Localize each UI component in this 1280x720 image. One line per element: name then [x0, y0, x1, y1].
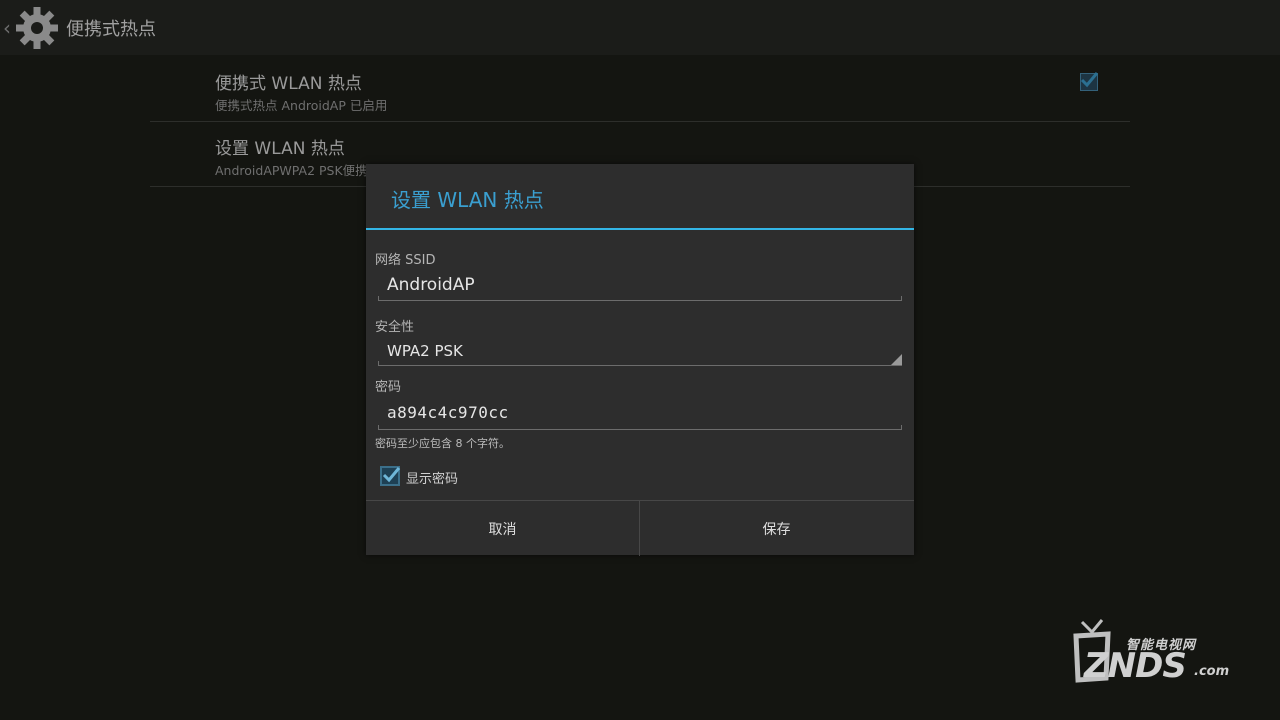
password-label: 密码: [375, 380, 402, 395]
znds-watermark-logo: 智能电视网 ZNDS .com: [1066, 618, 1236, 690]
watermark-suffix: .com: [1194, 664, 1230, 679]
password-hint: 密码至少应包含 8 个字符。: [375, 437, 510, 450]
pref-summary: 便携式热点 AndroidAP 已启用: [215, 98, 388, 113]
pref-title: 便携式 WLAN 热点: [215, 74, 362, 94]
dialog-title-divider: [366, 228, 914, 230]
ssid-input-underline: [378, 296, 902, 301]
hotspot-enabled-checkbox[interactable]: [1080, 72, 1099, 91]
show-password-label[interactable]: 显示密码: [406, 468, 458, 487]
password-input-underline: [378, 425, 902, 430]
gear-icon[interactable]: [14, 5, 60, 51]
check-icon: [1080, 72, 1099, 88]
ssid-input[interactable]: AndroidAP: [387, 275, 475, 295]
cancel-button[interactable]: 取消: [366, 501, 639, 556]
check-icon: [382, 467, 401, 483]
action-bar: ‹ 便携式热点: [0, 0, 1280, 55]
ssid-label: 网络 SSID: [375, 253, 436, 268]
spinner-triangle-icon[interactable]: [891, 354, 902, 365]
show-password-checkbox[interactable]: [380, 466, 401, 486]
back-chevron-icon[interactable]: ‹: [3, 16, 11, 40]
dialog-title: 设置 WLAN 热点: [391, 188, 544, 212]
security-spinner[interactable]: WPA2 PSK: [387, 342, 463, 360]
pref-item-portable-hotspot[interactable]: 便携式 WLAN 热点 便携式热点 AndroidAP 已启用: [150, 57, 1130, 122]
dialog-button-bar: 取消 保存: [366, 500, 914, 556]
pref-title: 设置 WLAN 热点: [215, 139, 345, 159]
security-spinner-underline: [378, 361, 902, 366]
security-label: 安全性: [375, 320, 415, 335]
save-button[interactable]: 保存: [640, 501, 913, 556]
setup-hotspot-dialog: 设置 WLAN 热点 网络 SSID AndroidAP 安全性 WPA2 PS…: [366, 164, 914, 556]
password-input[interactable]: a894c4c970cc: [387, 403, 509, 422]
watermark-brand: ZNDS: [1084, 646, 1187, 686]
page-title: 便携式热点: [66, 19, 156, 40]
